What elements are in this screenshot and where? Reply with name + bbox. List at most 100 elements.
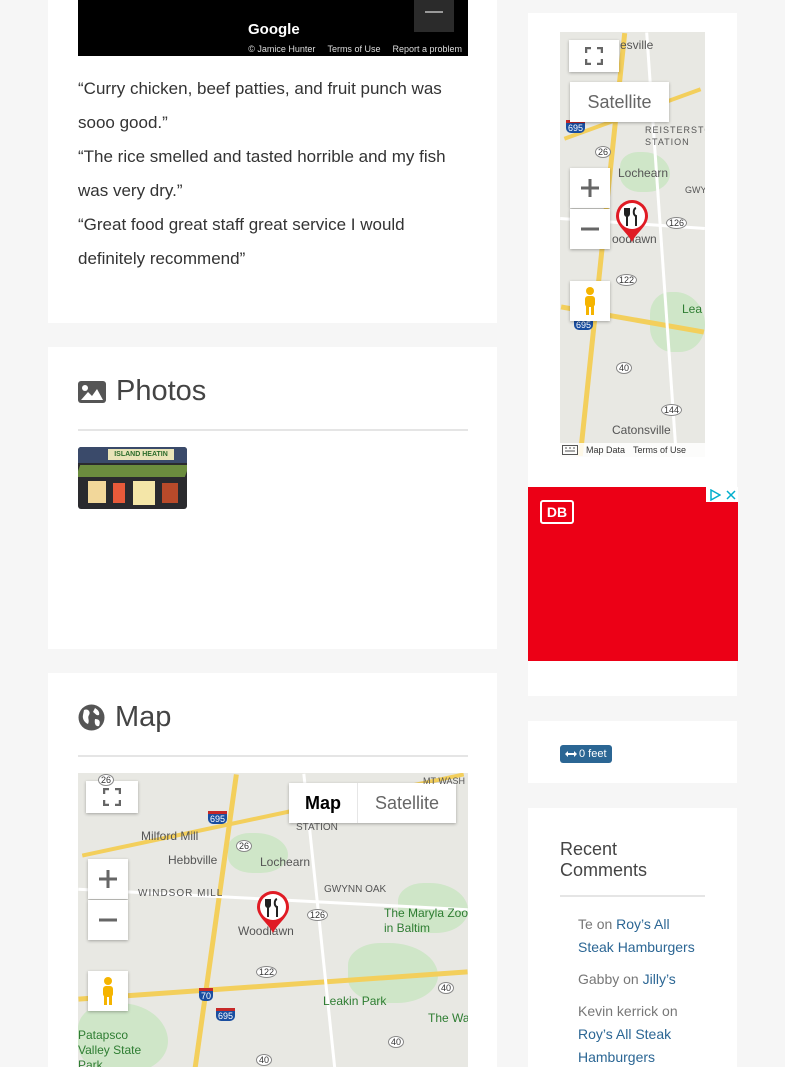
place-label: Lea bbox=[682, 302, 703, 316]
satellite-type-button[interactable]: Satellite bbox=[357, 783, 457, 823]
place-label: Hebbville bbox=[168, 853, 218, 867]
fullscreen-icon bbox=[103, 788, 121, 806]
adchoices-icon bbox=[709, 488, 721, 501]
terms-link[interactable]: Terms of Use bbox=[633, 445, 686, 455]
list-item: Kevin kerrick on Roy’s All Steak Hamburg… bbox=[578, 1000, 708, 1067]
photos-title: Photos bbox=[116, 375, 207, 407]
google-logo: Google bbox=[248, 21, 300, 38]
globe-icon bbox=[78, 704, 105, 731]
map-attribution: © Jamice Hunter bbox=[248, 44, 316, 54]
comment-post-link[interactable]: Roy’s All Steak Hamburgers bbox=[578, 1026, 671, 1065]
place-label: Lochearn bbox=[260, 855, 311, 869]
zoom-out-button[interactable] bbox=[570, 209, 610, 249]
route-shield: 40 bbox=[256, 1054, 273, 1066]
route-shield: 26 bbox=[98, 774, 115, 786]
map-card: Map Map Satellite Milford Mill Hebbville bbox=[48, 673, 497, 1067]
distance-card: 0 feet bbox=[528, 721, 737, 783]
reviews-card: Google © Jamice Hunter Terms of Use Repo… bbox=[48, 0, 497, 323]
map-footer: Map Data Terms of Use bbox=[560, 443, 705, 457]
restaurant-marker-icon[interactable] bbox=[255, 890, 291, 934]
zoom-out-button[interactable] bbox=[88, 900, 128, 940]
route-shield: 40 bbox=[388, 1036, 405, 1048]
place-label: Patapsco Valley State Park bbox=[78, 1028, 142, 1067]
terms-link[interactable]: Terms of Use bbox=[327, 44, 380, 54]
interstate-shield: 695 bbox=[208, 811, 228, 824]
zoom-out-button[interactable] bbox=[414, 0, 454, 32]
plus-icon bbox=[99, 870, 117, 888]
route-shield: 26 bbox=[236, 840, 253, 852]
on-text: on bbox=[662, 1003, 678, 1019]
place-label: REISTERSTO STATION bbox=[645, 125, 705, 147]
list-item: Te on Roy’s All Steak Hamburgers bbox=[578, 913, 708, 959]
photos-heading: Photos bbox=[78, 375, 206, 408]
on-text: on bbox=[623, 971, 639, 987]
zoom-in-button[interactable] bbox=[570, 168, 610, 208]
location-map[interactable]: Map Satellite Milford Mill Hebbville WIN… bbox=[78, 773, 468, 1067]
photos-divider bbox=[78, 429, 468, 431]
interstate-shield: 70 bbox=[199, 988, 214, 1001]
sidebar-map[interactable]: esville REISTERSTO STATION Lochearn GWY … bbox=[560, 32, 705, 457]
report-problem-link[interactable]: Report a problem bbox=[392, 44, 462, 54]
street-view-pegman[interactable] bbox=[570, 281, 610, 321]
fullscreen-button[interactable] bbox=[569, 40, 619, 72]
list-item: Gabby on Jilly’s bbox=[578, 968, 708, 991]
recent-comments-title: Recent Comments bbox=[560, 839, 648, 880]
map-divider bbox=[78, 755, 468, 757]
place-label: STATION bbox=[296, 822, 338, 833]
map-type-button[interactable]: Map bbox=[289, 783, 357, 823]
place-label: Lochearn bbox=[618, 166, 669, 180]
comments-divider bbox=[560, 895, 705, 897]
route-shield: 122 bbox=[256, 966, 278, 978]
horizontal-arrows-icon bbox=[565, 751, 577, 757]
photos-card: Photos ISLAND HEATIN bbox=[48, 347, 497, 649]
route-shield: 144 bbox=[661, 404, 683, 416]
ad-banner[interactable]: DB bbox=[528, 487, 738, 661]
fullscreen-icon bbox=[585, 47, 603, 65]
place-label: MT WASH bbox=[423, 776, 465, 786]
db-logo: DB bbox=[540, 500, 574, 524]
comment-post-link[interactable]: Roy’s All Steak Hamburgers bbox=[578, 916, 695, 955]
route-shield: 126 bbox=[307, 909, 329, 921]
keyboard-icon[interactable] bbox=[562, 445, 578, 455]
comment-post-link[interactable]: Jilly’s bbox=[643, 971, 676, 987]
place-label: esville bbox=[620, 38, 654, 52]
pegman-icon bbox=[103, 977, 113, 1005]
route-shield: 40 bbox=[438, 982, 455, 994]
review-list: “Curry chicken, beef patties, and fruit … bbox=[78, 72, 470, 276]
comment-author: Kevin kerrick bbox=[578, 1003, 659, 1019]
street-view-pegman[interactable] bbox=[88, 971, 128, 1011]
plus-icon bbox=[581, 179, 599, 197]
image-icon bbox=[78, 380, 106, 403]
fullscreen-button[interactable] bbox=[86, 781, 138, 813]
distance-value: 0 feet bbox=[579, 748, 607, 760]
sidebar-map-card: esville REISTERSTO STATION Lochearn GWY … bbox=[528, 13, 738, 696]
restaurant-marker-icon[interactable] bbox=[614, 199, 650, 243]
close-icon[interactable] bbox=[725, 489, 736, 500]
minus-icon bbox=[425, 11, 443, 13]
top-map[interactable]: Google © Jamice Hunter Terms of Use Repo… bbox=[78, 0, 468, 56]
distance-badge[interactable]: 0 feet bbox=[560, 745, 612, 763]
map-type-control: Map Satellite bbox=[289, 783, 457, 823]
place-label: GWYNN OAK bbox=[324, 884, 387, 895]
photo-thumbnail[interactable]: ISLAND HEATIN bbox=[78, 447, 187, 509]
route-shield: 26 bbox=[595, 146, 612, 158]
route-shield: 122 bbox=[616, 274, 638, 286]
minus-icon bbox=[581, 227, 599, 231]
route-shield: 126 bbox=[666, 217, 688, 229]
comment-author: Te bbox=[578, 916, 593, 932]
on-text: on bbox=[596, 916, 613, 932]
ad-choices[interactable] bbox=[706, 487, 738, 502]
review-quote: “Great food great staff great service I … bbox=[78, 215, 405, 268]
route-shield: 40 bbox=[616, 362, 633, 374]
place-label: The Marylа Zoo in Baltim bbox=[384, 906, 468, 935]
review-quote: “The rice smelled and tasted horrible an… bbox=[78, 147, 446, 200]
place-label: The Wa bbox=[428, 1011, 468, 1025]
recent-comments-card: Recent Comments Te on Roy’s All Steak Ha… bbox=[528, 808, 737, 1067]
minus-icon bbox=[99, 918, 117, 922]
zoom-in-button[interactable] bbox=[88, 859, 128, 899]
comment-author: Gabby bbox=[578, 971, 620, 987]
map-data-link[interactable]: Map Data bbox=[586, 445, 625, 455]
map-title: Map bbox=[115, 701, 172, 733]
satellite-type-button[interactable]: Satellite bbox=[570, 82, 669, 122]
interstate-shield: 695 bbox=[216, 1008, 236, 1021]
